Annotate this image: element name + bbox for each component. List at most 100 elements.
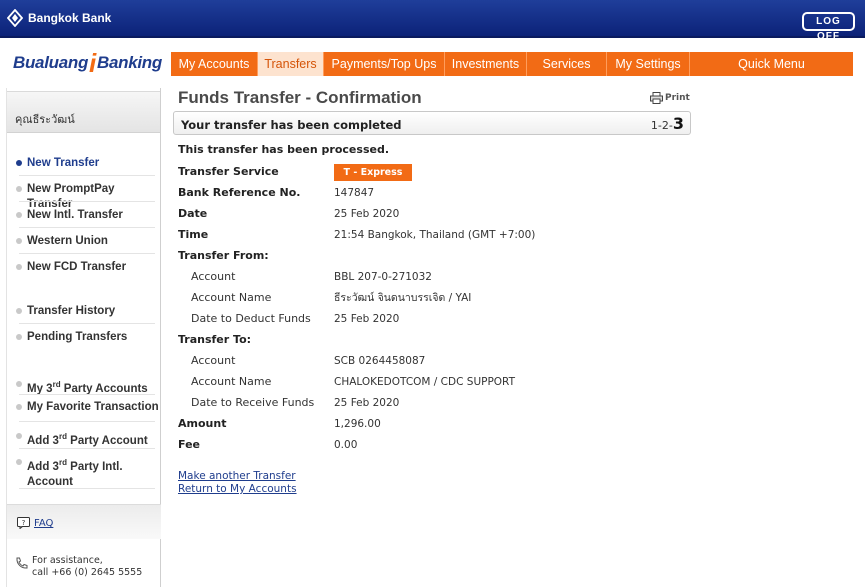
banner-text: Your transfer has been completed bbox=[181, 118, 402, 132]
fee-label: Fee bbox=[178, 438, 200, 451]
bank-name: Bangkok Bank bbox=[28, 11, 112, 25]
sidebar-item-label: New PromptPay Transfer bbox=[27, 183, 115, 210]
bullet-icon bbox=[16, 308, 22, 314]
date-value: 25 Feb 2020 bbox=[334, 208, 400, 220]
sidebar-item-label: Add 3rd Party Intl. Account bbox=[27, 458, 123, 488]
return-to-accounts-link[interactable]: Return to My Accounts bbox=[178, 483, 297, 495]
receive-date-label: Date to Receive Funds bbox=[191, 396, 315, 409]
divider bbox=[19, 448, 155, 449]
left-sidebar: คุณธีระวัฒน์ New Transfer New PromptPay … bbox=[6, 88, 161, 587]
sidebar-item-label: Add 3rd Party Account bbox=[27, 432, 148, 447]
sidebar-item-label: New FCD Transfer bbox=[27, 261, 127, 273]
make-another-transfer-link[interactable]: Make another Transfer bbox=[178, 470, 296, 482]
current-step: 3 bbox=[672, 114, 684, 133]
bullet-icon bbox=[16, 404, 22, 410]
divider bbox=[19, 421, 155, 422]
to-account-name-label: Account Name bbox=[191, 375, 272, 388]
bank-ref-value: 147847 bbox=[334, 187, 375, 199]
bullet-icon bbox=[16, 381, 22, 387]
transfer-service-label: Transfer Service bbox=[178, 165, 279, 178]
sidebar-item-label: Pending Transfers bbox=[27, 331, 128, 343]
brand-part1: Bualuang bbox=[13, 53, 89, 72]
divider bbox=[19, 227, 155, 228]
processed-message: This transfer has been processed. bbox=[178, 143, 389, 156]
time-value: 21:54 Bangkok, Thailand (GMT +7:00) bbox=[334, 229, 536, 241]
sidebar-item-label: New Transfer bbox=[27, 157, 100, 169]
sidebar-item-add-3rd-party-account[interactable]: Add 3rd Party Account bbox=[7, 429, 161, 449]
bualuang-ibanking-logo[interactable]: Bualuang i Banking bbox=[13, 48, 162, 78]
tab-payments-top-ups[interactable]: Payments/Top Ups bbox=[324, 52, 445, 76]
bullet-icon bbox=[16, 264, 22, 270]
bangkok-bank-logo[interactable]: Bangkok Bank bbox=[7, 9, 111, 27]
from-account-value: BBL 207-0-271032 bbox=[334, 271, 432, 283]
assistance-info: For assistance, call +66 (0) 2645 5555 bbox=[15, 555, 142, 579]
from-account-label: Account bbox=[191, 270, 236, 283]
bullet-icon bbox=[16, 334, 22, 340]
print-button[interactable]: Print bbox=[650, 92, 690, 104]
svg-text:?: ? bbox=[22, 519, 26, 527]
tab-quick-menu[interactable]: Quick Menu bbox=[690, 52, 853, 76]
print-label: Print bbox=[665, 93, 690, 103]
divider bbox=[19, 394, 155, 395]
deduct-date-value: 25 Feb 2020 bbox=[334, 313, 400, 325]
assist-line2: call +66 (0) 2645 5555 bbox=[32, 567, 143, 578]
tab-my-settings[interactable]: My Settings bbox=[607, 52, 690, 76]
printer-icon bbox=[650, 92, 663, 104]
assist-line1: For assistance, bbox=[32, 555, 103, 566]
tab-my-accounts[interactable]: My Accounts bbox=[171, 52, 258, 76]
page-title: Funds Transfer - Confirmation bbox=[178, 88, 422, 107]
bullet-icon bbox=[16, 433, 22, 439]
divider bbox=[19, 175, 155, 176]
divider bbox=[19, 323, 155, 324]
brand-i-mark-icon: i bbox=[89, 47, 96, 78]
log-off-button[interactable]: LOG OFF bbox=[802, 12, 855, 42]
sidebar-item-pending-transfers[interactable]: Pending Transfers bbox=[7, 330, 161, 345]
amount-label: Amount bbox=[178, 417, 227, 430]
time-label: Time bbox=[178, 228, 209, 241]
bullet-icon bbox=[16, 238, 22, 244]
to-account-value: SCB 0264458087 bbox=[334, 355, 426, 367]
help-icon: ? bbox=[17, 517, 30, 529]
bank-emblem-icon bbox=[7, 9, 23, 27]
bullet-icon bbox=[16, 459, 22, 465]
transfer-from-label: Transfer From: bbox=[178, 249, 269, 262]
date-label: Date bbox=[178, 207, 208, 220]
transfer-to-label: Transfer To: bbox=[178, 333, 252, 346]
step-indicator: 1-2-3 bbox=[651, 114, 684, 133]
from-account-name-label: Account Name bbox=[191, 291, 272, 304]
divider bbox=[19, 201, 155, 202]
sidebar-item-new-fcd-transfer[interactable]: New FCD Transfer bbox=[7, 260, 161, 275]
sidebar-item-add-3rd-party-intl-account[interactable]: Add 3rd Party Intl. Account bbox=[7, 455, 147, 490]
divider bbox=[19, 488, 155, 489]
tab-transfers[interactable]: Transfers bbox=[258, 52, 324, 76]
sidebar-item-label: My Favorite Transaction bbox=[27, 401, 159, 413]
divider bbox=[19, 253, 155, 254]
receive-date-value: 25 Feb 2020 bbox=[334, 397, 400, 409]
sidebar-item-label: New Intl. Transfer bbox=[27, 209, 123, 221]
sidebar-item-my-favorite-transaction[interactable]: My Favorite Transaction bbox=[7, 400, 161, 415]
bank-ref-label: Bank Reference No. bbox=[178, 186, 301, 199]
tab-services[interactable]: Services bbox=[527, 52, 607, 76]
fee-value: 0.00 bbox=[334, 439, 358, 451]
sidebar-item-new-transfer[interactable]: New Transfer bbox=[7, 156, 161, 171]
faq-area: ? FAQ bbox=[7, 504, 161, 539]
sidebar-item-new-intl-transfer[interactable]: New Intl. Transfer bbox=[7, 208, 161, 223]
completion-banner: Your transfer has been completed 1-2-3 bbox=[173, 111, 691, 135]
main-content: Funds Transfer - Confirmation Print Your… bbox=[170, 88, 700, 587]
bullet-icon bbox=[16, 186, 22, 192]
to-account-name-value: CHALOKEDOTCOM / CDC SUPPORT bbox=[334, 376, 515, 388]
bullet-icon bbox=[16, 212, 22, 218]
phone-icon bbox=[16, 557, 28, 569]
sidebar-item-western-union[interactable]: Western Union bbox=[7, 234, 161, 249]
tab-investments[interactable]: Investments bbox=[445, 52, 527, 76]
steps-prefix: 1-2- bbox=[650, 119, 673, 132]
sidebar-item-transfer-history[interactable]: Transfer History bbox=[7, 304, 161, 319]
deduct-date-label: Date to Deduct Funds bbox=[191, 312, 311, 325]
faq-link[interactable]: FAQ bbox=[34, 518, 53, 529]
from-account-name-value: ธีระวัฒน์ จินดนาบรรเจิด / YAI bbox=[334, 292, 472, 304]
to-account-label: Account bbox=[191, 354, 236, 367]
transfer-service-badge: T - Express bbox=[334, 164, 412, 181]
main-nav: My Accounts Transfers Payments/Top Ups I… bbox=[171, 52, 853, 76]
top-bar: Bangkok Bank LOG OFF bbox=[0, 0, 865, 42]
amount-value: 1,296.00 bbox=[334, 418, 381, 430]
